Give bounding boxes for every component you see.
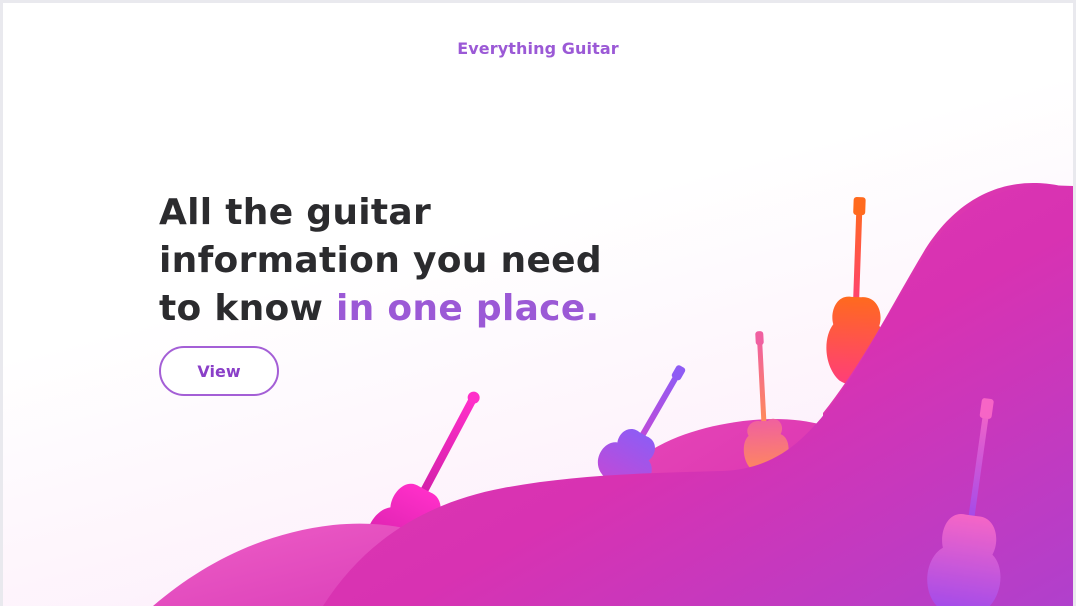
landing-page: Everything Guitar All the guitar informa… [3, 3, 1073, 606]
headline-line: All the guitar [159, 192, 432, 233]
headline-accent: in one place. [335, 288, 600, 329]
hero-headline: All the guitar information you need to k… [159, 189, 602, 333]
headline-line: to know in one place. [159, 285, 602, 333]
view-button[interactable]: View [159, 346, 279, 396]
brand-title[interactable]: Everything Guitar [3, 39, 1073, 58]
guitar-icon [743, 331, 789, 474]
headline-line: information you need [159, 240, 602, 281]
headline-text: to know [159, 288, 336, 329]
